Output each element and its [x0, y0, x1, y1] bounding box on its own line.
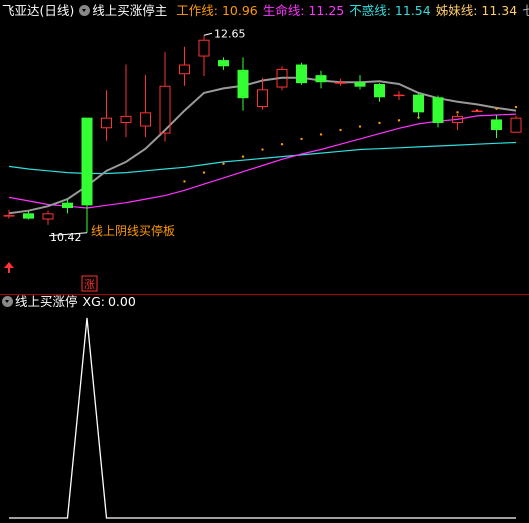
candle-body: [354, 82, 366, 87]
indicator-value-1: 生命线: 11.25: [262, 3, 345, 18]
main-indicator-name[interactable]: 线上买涨停主: [92, 3, 167, 18]
main-chart-header: 飞亚达(日线) 线上买涨停主 工作线: 10.96 生命线: 11.25 不惑线: 1…: [2, 1, 529, 21]
candle-body: [3, 215, 15, 217]
dot-marker: [495, 107, 498, 111]
candle-body: [120, 115, 132, 123]
candle-body: [296, 64, 307, 84]
indicator-settings-icon[interactable]: [2, 296, 13, 307]
candle-body: [393, 94, 405, 97]
sub-indicator-name[interactable]: 线上买涨停: [15, 294, 78, 309]
candle-body: [23, 213, 34, 219]
candle-body: [374, 84, 385, 98]
stock-name: 飞亚达(日线): [2, 3, 75, 18]
xg-label: XG:: [82, 294, 105, 309]
dot-marker: [339, 128, 342, 132]
dot-marker: [456, 111, 459, 114]
chart-canvas: 12.65 10.42 线上阴线买停板涨: [0, 27, 529, 519]
dot-marker: [202, 171, 206, 174]
dot-marker: [319, 133, 323, 136]
buy-arrow-icon: [4, 262, 14, 268]
candle-body: [179, 64, 190, 75]
candle-body: [471, 110, 483, 113]
indicator-value-4: 七天线: 11.: [522, 3, 529, 18]
candle-body: [140, 112, 151, 127]
candle-body: [237, 69, 249, 99]
candle-body: [315, 75, 327, 83]
dot-marker: [183, 180, 186, 183]
dot-marker: [280, 143, 284, 146]
dot-marker: [358, 125, 362, 128]
candle-body: [510, 117, 522, 133]
low-label: 10.42: [50, 231, 82, 244]
candle-body: [413, 94, 424, 113]
dot-marker: [261, 148, 264, 151]
candle-body: [101, 117, 112, 129]
dot-marker: [300, 137, 303, 141]
candle-body: [42, 213, 54, 220]
candle-body: [62, 202, 73, 208]
candle-body: [198, 39, 210, 57]
limit-up-badge-text: 涨: [84, 278, 95, 291]
sub-chart-header: 线上买涨停 XG: 0.00: [2, 292, 141, 312]
dot-marker: [241, 155, 245, 158]
xg-value: 0.00: [107, 294, 136, 309]
high-pointer: [203, 32, 213, 36]
indicator-value-3: 姊妹线: 11.34: [435, 3, 518, 18]
dot-marker: [222, 162, 225, 165]
candle-body: [335, 82, 346, 84]
candle-body: [432, 97, 444, 123]
stock-chart-window: 12.65 10.42 线上阴线买停板涨 飞亚达(日线) 线上买涨停主 工作线: 10…: [0, 0, 529, 523]
signal-text: 线上阴线买停板: [91, 223, 175, 238]
dot-marker: [378, 121, 381, 125]
dot-marker: [514, 105, 518, 109]
xg-signal-line: [9, 317, 516, 519]
indicator-settings-icon[interactable]: [79, 5, 91, 16]
candle-body: [491, 119, 502, 131]
candle-body: [257, 89, 268, 108]
indicator-value-2: 不惑线: 11.54: [349, 3, 431, 18]
candle-body: [218, 60, 229, 67]
dot-marker: [397, 119, 401, 122]
indicator-value-0: 工作线: 10.96: [176, 3, 258, 18]
high-label: 12.65: [214, 27, 246, 40]
candle-body: [81, 117, 93, 206]
indicator-values: 工作线: 10.96 生命线: 11.25 不惑线: 11.54 姊妹线: 11.34…: [176, 3, 529, 18]
